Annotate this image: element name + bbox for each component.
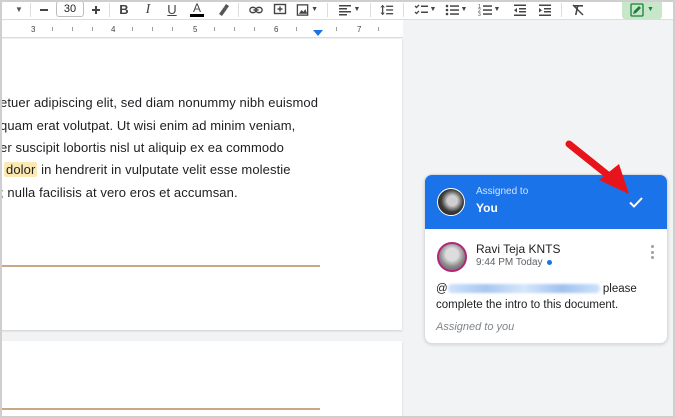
decrease-indent-button[interactable] xyxy=(513,1,527,18)
line-spacing-icon xyxy=(380,4,394,15)
svg-text:3: 3 xyxy=(478,12,481,17)
toolbar-divider xyxy=(561,3,562,17)
underline-button[interactable]: U xyxy=(165,1,179,18)
highlight-icon xyxy=(219,3,229,16)
document-line: quam erat volutpat. Ut wisi enim ad mini… xyxy=(0,118,296,133)
more-options-button[interactable] xyxy=(647,243,657,261)
increase-font-size-button[interactable] xyxy=(89,1,103,18)
minus-icon xyxy=(40,8,48,11)
insert-image-icon xyxy=(296,3,309,16)
decrease-indent-icon xyxy=(514,4,526,16)
caret-down-icon: ▼ xyxy=(353,6,361,13)
link-icon xyxy=(249,6,263,13)
editing-mode-icon xyxy=(630,2,644,17)
ruler-tick xyxy=(172,27,173,31)
assignee-name: You xyxy=(476,201,498,215)
add-comment-button[interactable] xyxy=(273,1,287,18)
clear-formatting-icon xyxy=(572,4,584,15)
document-line: ; nulla facilisis at vero eros et accums… xyxy=(0,185,238,200)
ruler-number: 4 xyxy=(111,25,116,34)
bold-icon: B xyxy=(119,2,129,17)
ruler-tick xyxy=(72,27,73,31)
decrease-font-size-button[interactable] xyxy=(37,1,51,18)
caret-down-icon: ▼ xyxy=(460,6,468,13)
comment-author: Ravi Teja KNTS xyxy=(476,242,561,256)
assigned-footer: Assigned to you xyxy=(436,321,515,333)
unread-dot xyxy=(546,259,552,265)
text-color-swatch xyxy=(190,13,204,17)
right-indent-marker[interactable] xyxy=(313,30,323,36)
formatting-toolbar: ▼ 30 B I U A ▼ ▼ ▼ ▼ 123 ▼ ▼ xyxy=(0,0,675,20)
insert-image-button[interactable]: ▼ xyxy=(296,1,318,18)
add-comment-icon xyxy=(273,3,287,14)
ruler-tick xyxy=(336,27,337,31)
checklist-button[interactable]: ▼ xyxy=(412,1,438,18)
checklist-icon xyxy=(414,4,428,14)
underline-icon: U xyxy=(167,2,177,17)
highlight-button[interactable] xyxy=(216,1,230,18)
blurred-mention-email xyxy=(447,284,600,294)
horizontal-ruler[interactable]: 3 4 5 6 7 xyxy=(0,20,403,38)
line-spacing-button[interactable] xyxy=(379,1,395,18)
align-button[interactable]: ▼ xyxy=(337,1,361,18)
ruler-tick xyxy=(214,27,215,31)
editing-mode-button[interactable]: ▼ xyxy=(622,0,662,19)
italic-button[interactable]: I xyxy=(141,1,155,18)
caret-down-icon: ▼ xyxy=(311,6,318,13)
red-arrow-icon xyxy=(565,140,629,194)
ruler-number: 3 xyxy=(31,25,36,34)
caret-down-icon: ▼ xyxy=(647,6,654,13)
toolbar-divider xyxy=(403,3,404,17)
ruler-tick xyxy=(254,27,255,31)
ruler-tick xyxy=(52,27,53,31)
italic-icon: I xyxy=(145,1,151,17)
bulleted-list-icon xyxy=(445,4,459,15)
font-size-input[interactable]: 30 xyxy=(56,1,84,17)
assigned-to-label: Assigned to xyxy=(476,186,529,197)
document-page[interactable]: etuer adipiscing elit, sed diam nonummy … xyxy=(0,39,402,330)
toolbar-divider xyxy=(327,3,328,17)
increase-indent-icon xyxy=(539,4,551,16)
insert-link-button[interactable] xyxy=(248,1,264,18)
commented-text-highlight[interactable]: dolor xyxy=(4,162,38,177)
clear-formatting-button[interactable] xyxy=(571,1,585,18)
bold-button[interactable]: B xyxy=(117,1,131,18)
text-color-button[interactable]: A xyxy=(189,1,205,18)
ruler-tick xyxy=(152,27,153,31)
horizontal-rule xyxy=(0,265,320,267)
text-color-icon: A xyxy=(192,0,201,15)
numbered-list-icon: 123 xyxy=(478,4,492,17)
avatar xyxy=(437,188,465,216)
ruler-number: 7 xyxy=(357,25,362,34)
caret-down-icon[interactable]: ▼ xyxy=(14,1,24,18)
comment-body: @ please complete the intro to this docu… xyxy=(436,283,637,311)
plus-icon xyxy=(92,5,100,14)
horizontal-rule xyxy=(0,408,320,410)
document-line: er suscipit lobortis nisl ut aliquip ex … xyxy=(0,140,284,155)
ruler-tick xyxy=(234,27,235,31)
avatar xyxy=(437,242,467,272)
more-vert-icon xyxy=(650,245,654,248)
document-line: etuer adipiscing elit, sed diam nonummy … xyxy=(0,95,319,110)
ruler-tick xyxy=(132,27,133,31)
toolbar-divider xyxy=(109,3,110,17)
document-line: dolor in hendrerit in vulputate velit es… xyxy=(4,162,291,177)
ruler-tick xyxy=(378,27,379,31)
document-page[interactable] xyxy=(0,341,402,418)
toolbar-divider xyxy=(370,3,371,17)
caret-down-icon: ▼ xyxy=(493,6,501,13)
ruler-number: 6 xyxy=(274,25,279,34)
ruler-number: 5 xyxy=(193,25,198,34)
ruler-tick xyxy=(296,27,297,31)
toolbar-divider xyxy=(30,3,31,17)
caret-down-icon: ▼ xyxy=(429,6,437,13)
comment-timestamp: 9:44 PM Today xyxy=(476,257,552,268)
bulleted-list-button[interactable]: ▼ xyxy=(443,1,469,18)
align-icon xyxy=(338,4,351,15)
numbered-list-button[interactable]: 123 ▼ xyxy=(476,1,502,18)
ruler-tick xyxy=(92,27,93,31)
toolbar-divider xyxy=(238,3,239,17)
increase-indent-button[interactable] xyxy=(538,1,552,18)
